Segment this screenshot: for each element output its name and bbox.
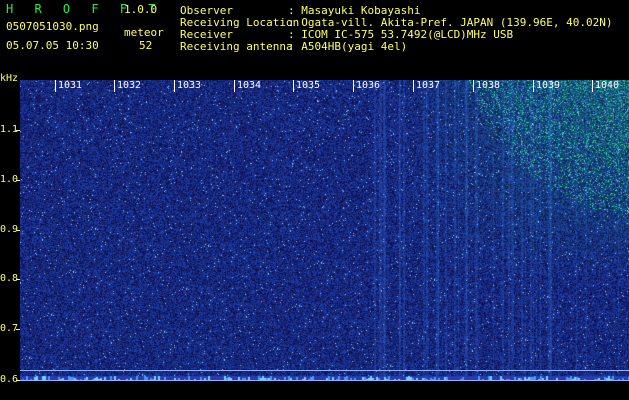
time-tick-label: 1031: [58, 80, 83, 91]
antenna-value: : A504HB(yagi 4el): [288, 40, 408, 53]
y-axis-unit: kHz: [0, 73, 19, 84]
datetime: 05.07.05 10:30: [6, 39, 99, 52]
time-tick: [234, 80, 235, 92]
y-tick: [16, 329, 20, 330]
reference-line: [20, 380, 629, 381]
time-tick: [55, 80, 56, 92]
time-tick-label: 1038: [476, 80, 501, 91]
y-tick: [16, 230, 20, 231]
time-tick-label: 1032: [117, 80, 142, 91]
time-tick-label: 1040: [595, 80, 620, 91]
y-tick: [16, 279, 20, 280]
time-tick: [473, 80, 474, 92]
time-tick: [533, 80, 534, 92]
file-name: 0507051030.png: [6, 20, 99, 33]
time-tick-label: 1039: [536, 80, 561, 91]
time-tick: [413, 80, 414, 92]
time-tick-label: 1035: [296, 80, 321, 91]
y-tick: [16, 130, 20, 131]
y-tick: [16, 180, 20, 181]
reference-line: [20, 370, 629, 371]
time-tick-label: 1037: [416, 80, 441, 91]
time-tick: [592, 80, 593, 92]
time-tick: [174, 80, 175, 92]
time-tick: [293, 80, 294, 92]
antenna-label: Receiving antenna: [180, 40, 293, 53]
app-version: 1.0.0: [124, 3, 158, 16]
time-tick-label: 1036: [356, 80, 381, 91]
time-tick-label: 1034: [237, 80, 262, 91]
meteor-label: meteor: [124, 26, 164, 39]
header-panel: H R O F F T 1.0.0 0507051030.png 05.07.0…: [0, 0, 629, 76]
time-tick: [353, 80, 354, 92]
spectrogram: [20, 80, 629, 380]
time-tick-label: 1033: [177, 80, 202, 91]
meteor-count: 52: [139, 39, 153, 52]
time-tick: [114, 80, 115, 92]
